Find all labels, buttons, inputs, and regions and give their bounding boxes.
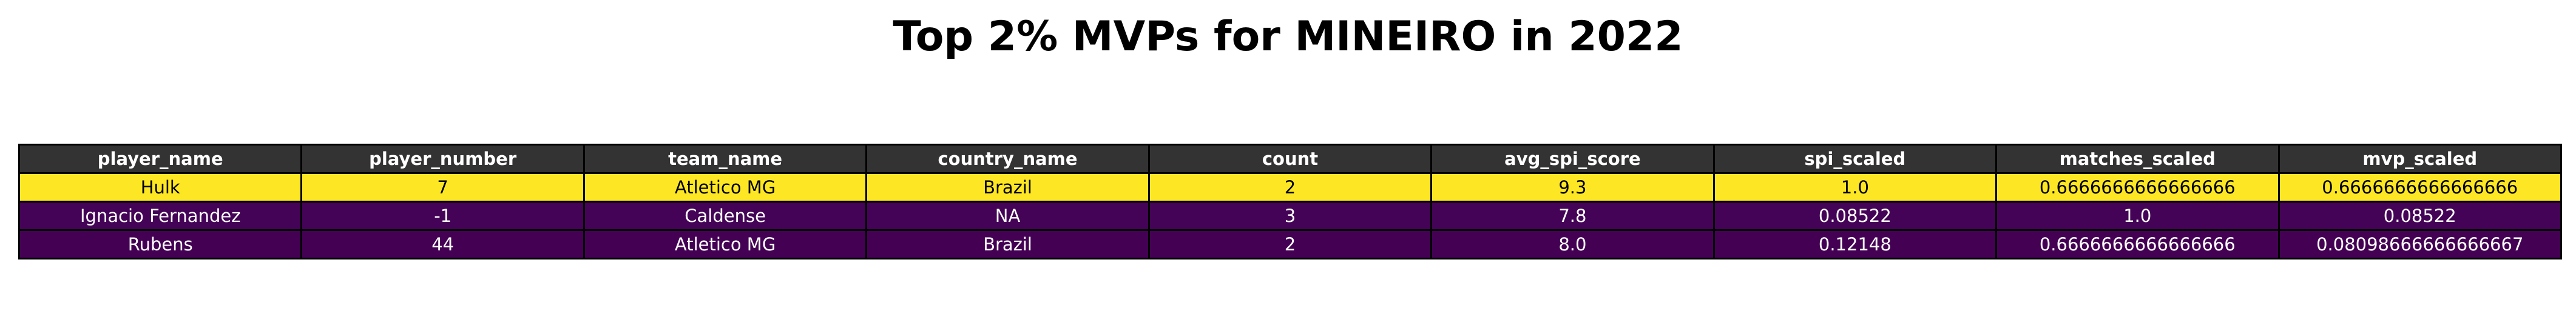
cell-matches-scaled: 0.6666666666666666 [1995,172,2280,202]
cell-player-name: Ignacio Fernandez [18,201,303,231]
cell-avg-spi-score: 8.0 [1430,229,1715,259]
header-row: player_name player_number team_name country… [18,144,2562,174]
mvp-table-container: player_name player_number team_name country… [18,144,2562,259]
cell-matches-scaled: 0.6666666666666666 [1995,229,2280,259]
cell-count: 2 [1148,172,1433,202]
cell-count: 3 [1148,201,1433,231]
cell-country-name: Brazil [865,172,1150,202]
column-header-count: count [1148,144,1433,174]
cell-avg-spi-score: 7.8 [1430,201,1715,231]
cell-count: 2 [1148,229,1433,259]
cell-team-name: Atletico MG [583,229,868,259]
chart-title: Top 2% MVPs for MINEIRO in 2022 [893,13,1683,61]
cell-country-name: NA [865,201,1150,231]
cell-team-name: Atletico MG [583,172,868,202]
table-row: Rubens 44 Atletico MG Brazil 2 8.0 0.12148 0.66… [18,229,2562,259]
table-row: Hulk 7 Atletico MG Brazil 2 9.3 1.0 0.666666666… [18,172,2562,202]
column-header-player-name: player_name [18,144,303,174]
column-header-avg-spi-score: avg_spi_score [1430,144,1715,174]
cell-spi-scaled: 0.08522 [1712,201,1998,231]
column-header-spi-scaled: spi_scaled [1712,144,1998,174]
cell-player-number: -1 [300,201,585,231]
cell-player-name: Rubens [18,229,303,259]
cell-matches-scaled: 1.0 [1995,201,2280,231]
cell-avg-spi-score: 9.3 [1430,172,1715,202]
cell-country-name: Brazil [865,229,1150,259]
column-header-matches-scaled: matches_scaled [1995,144,2280,174]
table-row: Ignacio Fernandez -1 Caldense NA 3 7.8 0.08522… [18,201,2562,231]
table-body: Hulk 7 Atletico MG Brazil 2 9.3 1.0 0.666666666… [18,172,2562,259]
cell-team-name: Caldense [583,201,868,231]
column-header-mvp-scaled: mvp_scaled [2277,144,2562,174]
column-header-team-name: team_name [583,144,868,174]
cell-player-number: 7 [300,172,585,202]
cell-mvp-scaled: 0.08522 [2277,201,2562,231]
column-header-country-name: country_name [865,144,1150,174]
cell-mvp-scaled: 0.6666666666666666 [2277,172,2562,202]
cell-spi-scaled: 1.0 [1712,172,1998,202]
column-header-player-number: player_number [300,144,585,174]
mvp-table: player_name player_number team_name country… [18,144,2562,259]
cell-player-number: 44 [300,229,585,259]
cell-player-name: Hulk [18,172,303,202]
cell-spi-scaled: 0.12148 [1712,229,1998,259]
cell-mvp-scaled: 0.08098666666666667 [2277,229,2562,259]
